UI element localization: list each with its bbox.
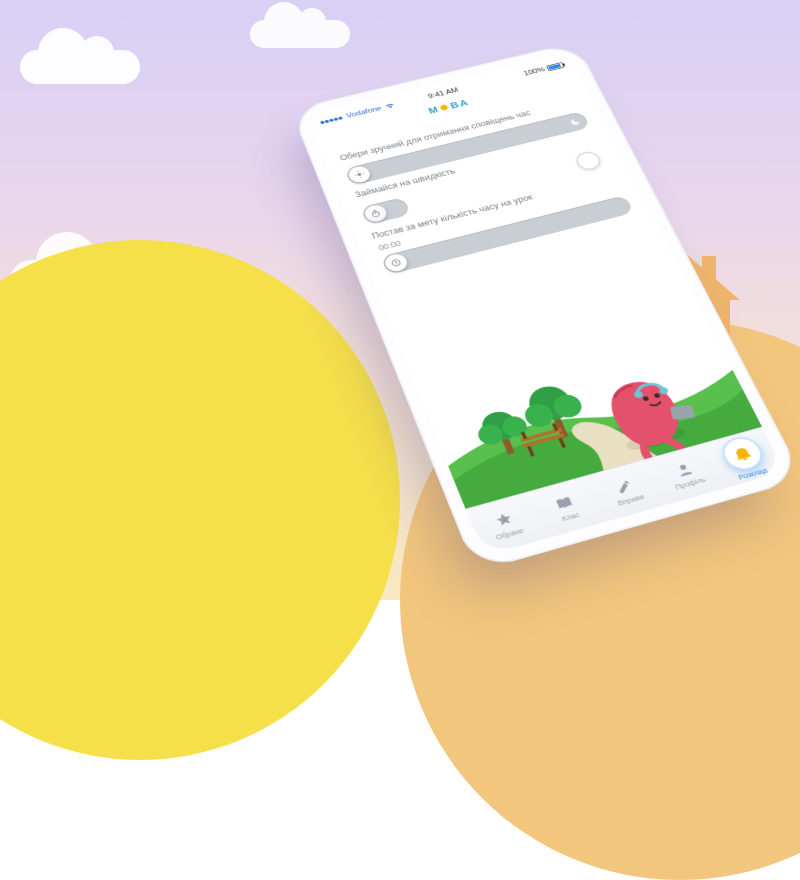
- sun-icon: [352, 169, 366, 180]
- clock-icon: [389, 257, 404, 268]
- speed-toggle[interactable]: [360, 197, 411, 225]
- phone-screen: Vodafone 9:41 AM 100% М✹ВА Обери зручний…: [306, 53, 785, 556]
- speed-radio[interactable]: [573, 150, 604, 173]
- slider-thumb[interactable]: [383, 252, 410, 273]
- moon-icon: [568, 117, 582, 127]
- battery-icon: [546, 62, 565, 71]
- slider-thumb[interactable]: [346, 165, 372, 185]
- stage: Vodafone 9:41 AM 100% М✹ВА Обери зручний…: [0, 0, 800, 600]
- battery-pct: 100%: [523, 66, 547, 77]
- bell-icon: [728, 442, 756, 464]
- toggle-knob: [362, 204, 389, 224]
- phone-mockup: Vodafone 9:41 AM 100% М✹ВА Обери зручний…: [290, 42, 800, 572]
- stopwatch-icon: [369, 208, 383, 219]
